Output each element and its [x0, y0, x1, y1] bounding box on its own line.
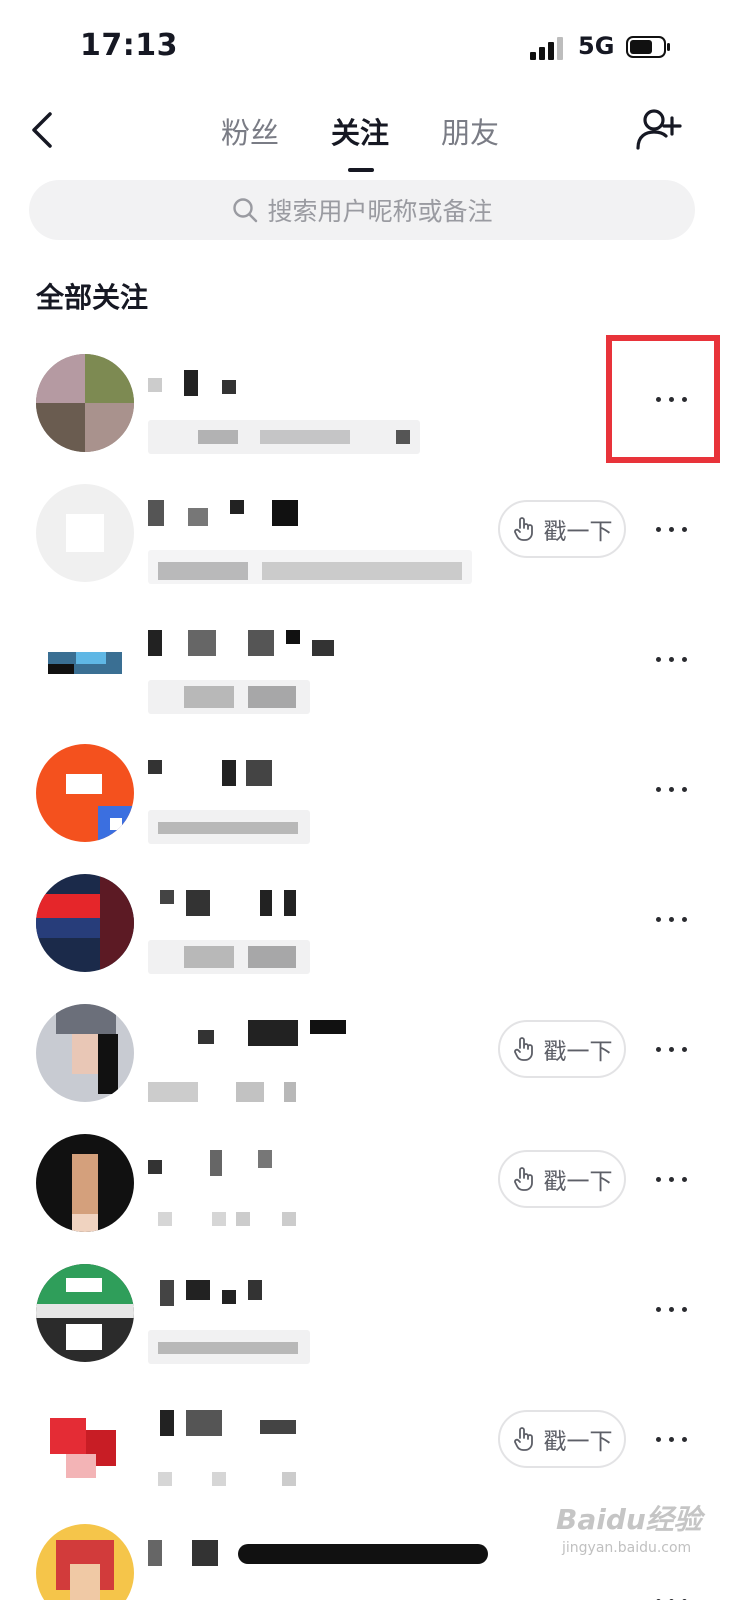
nickname-masked	[148, 760, 278, 786]
watermark-brand: Baidu经验	[556, 1503, 702, 1536]
avatar[interactable]	[36, 1004, 134, 1102]
poke-label: 戳一下	[543, 1169, 613, 1195]
add-friend-icon[interactable]	[632, 104, 684, 156]
avatar[interactable]	[36, 1134, 134, 1232]
nickname-masked	[148, 500, 308, 526]
search-icon	[233, 198, 258, 223]
list-item[interactable]	[0, 590, 739, 720]
poke-button[interactable]: 戳一下	[498, 1150, 626, 1208]
tap-finger-icon	[513, 1037, 533, 1061]
signature-masked	[148, 420, 420, 454]
signature-masked	[148, 680, 310, 714]
poke-button[interactable]: 戳一下	[498, 1410, 626, 1468]
list-item[interactable]	[0, 330, 739, 460]
nickname-masked	[148, 1410, 298, 1436]
nickname-masked	[148, 890, 298, 916]
signature-masked	[148, 1200, 298, 1234]
poke-label: 戳一下	[543, 1039, 613, 1065]
list-item[interactable]: 戳一下	[0, 1110, 739, 1240]
watermark-url: jingyan.baidu.com	[562, 1540, 692, 1556]
poke-button[interactable]: 戳一下	[498, 500, 626, 558]
top-nav: 粉丝 关注 朋友	[0, 96, 739, 176]
avatar[interactable]	[36, 874, 134, 972]
watermark: Baidu经验 jingyan.baidu.com	[556, 1486, 726, 1566]
tab-fans[interactable]: 粉丝	[210, 110, 290, 152]
signature-masked	[148, 940, 310, 974]
back-arrow-icon[interactable]	[22, 108, 66, 152]
avatar[interactable]	[36, 354, 134, 452]
poke-label: 戳一下	[543, 1429, 613, 1455]
more-options-button[interactable]	[646, 384, 696, 414]
more-options-button[interactable]	[646, 1424, 696, 1454]
avatar[interactable]	[36, 1524, 134, 1600]
nickname-masked	[148, 1150, 278, 1176]
list-item[interactable]	[0, 720, 739, 850]
tap-finger-icon	[513, 1167, 533, 1191]
signature-masked	[148, 550, 472, 584]
avatar[interactable]	[36, 1264, 134, 1362]
avatar[interactable]	[36, 614, 134, 712]
battery-icon	[626, 36, 670, 58]
list-item[interactable]	[0, 850, 739, 980]
more-options-button[interactable]	[646, 904, 696, 934]
tap-finger-icon	[513, 517, 533, 541]
list-item[interactable]: 戳一下	[0, 460, 739, 590]
section-title: 全部关注	[36, 281, 149, 314]
more-options-button[interactable]	[646, 514, 696, 544]
more-options-button[interactable]	[646, 774, 696, 804]
more-options-button[interactable]	[646, 1294, 696, 1324]
signature-masked	[148, 1070, 298, 1104]
nickname-masked	[148, 370, 248, 396]
search-input[interactable]: 搜索用户昵称或备注	[29, 180, 695, 240]
tap-finger-icon	[513, 1427, 533, 1451]
search-placeholder: 搜索用户昵称或备注	[267, 197, 493, 226]
list-item[interactable]: 戳一下	[0, 1370, 739, 1500]
nickname-masked	[148, 1540, 498, 1566]
tab-following[interactable]: 关注	[320, 110, 400, 172]
cellular-signal-icon	[530, 36, 570, 60]
status-time: 17:13	[80, 28, 178, 63]
signature-masked	[148, 1330, 310, 1364]
more-options-button[interactable]	[646, 1034, 696, 1064]
tab-friends[interactable]: 朋友	[430, 110, 510, 152]
nickname-masked	[148, 1020, 348, 1046]
poke-button[interactable]: 戳一下	[498, 1020, 626, 1078]
nickname-masked	[148, 630, 338, 656]
avatar[interactable]	[36, 1394, 134, 1492]
avatar[interactable]	[36, 484, 134, 582]
more-options-button[interactable]	[646, 644, 696, 674]
poke-label: 戳一下	[543, 519, 613, 545]
list-item[interactable]	[0, 1240, 739, 1370]
more-options-button[interactable]	[646, 1164, 696, 1194]
signature-masked	[148, 1460, 298, 1494]
more-options-button[interactable]	[646, 1586, 696, 1600]
nickname-masked	[148, 1280, 268, 1306]
list-item[interactable]: 戳一下	[0, 980, 739, 1110]
avatar[interactable]	[36, 744, 134, 842]
signature-masked	[148, 810, 310, 844]
network-type: 5G	[578, 32, 615, 60]
status-bar: 17:13 5G	[0, 0, 739, 96]
